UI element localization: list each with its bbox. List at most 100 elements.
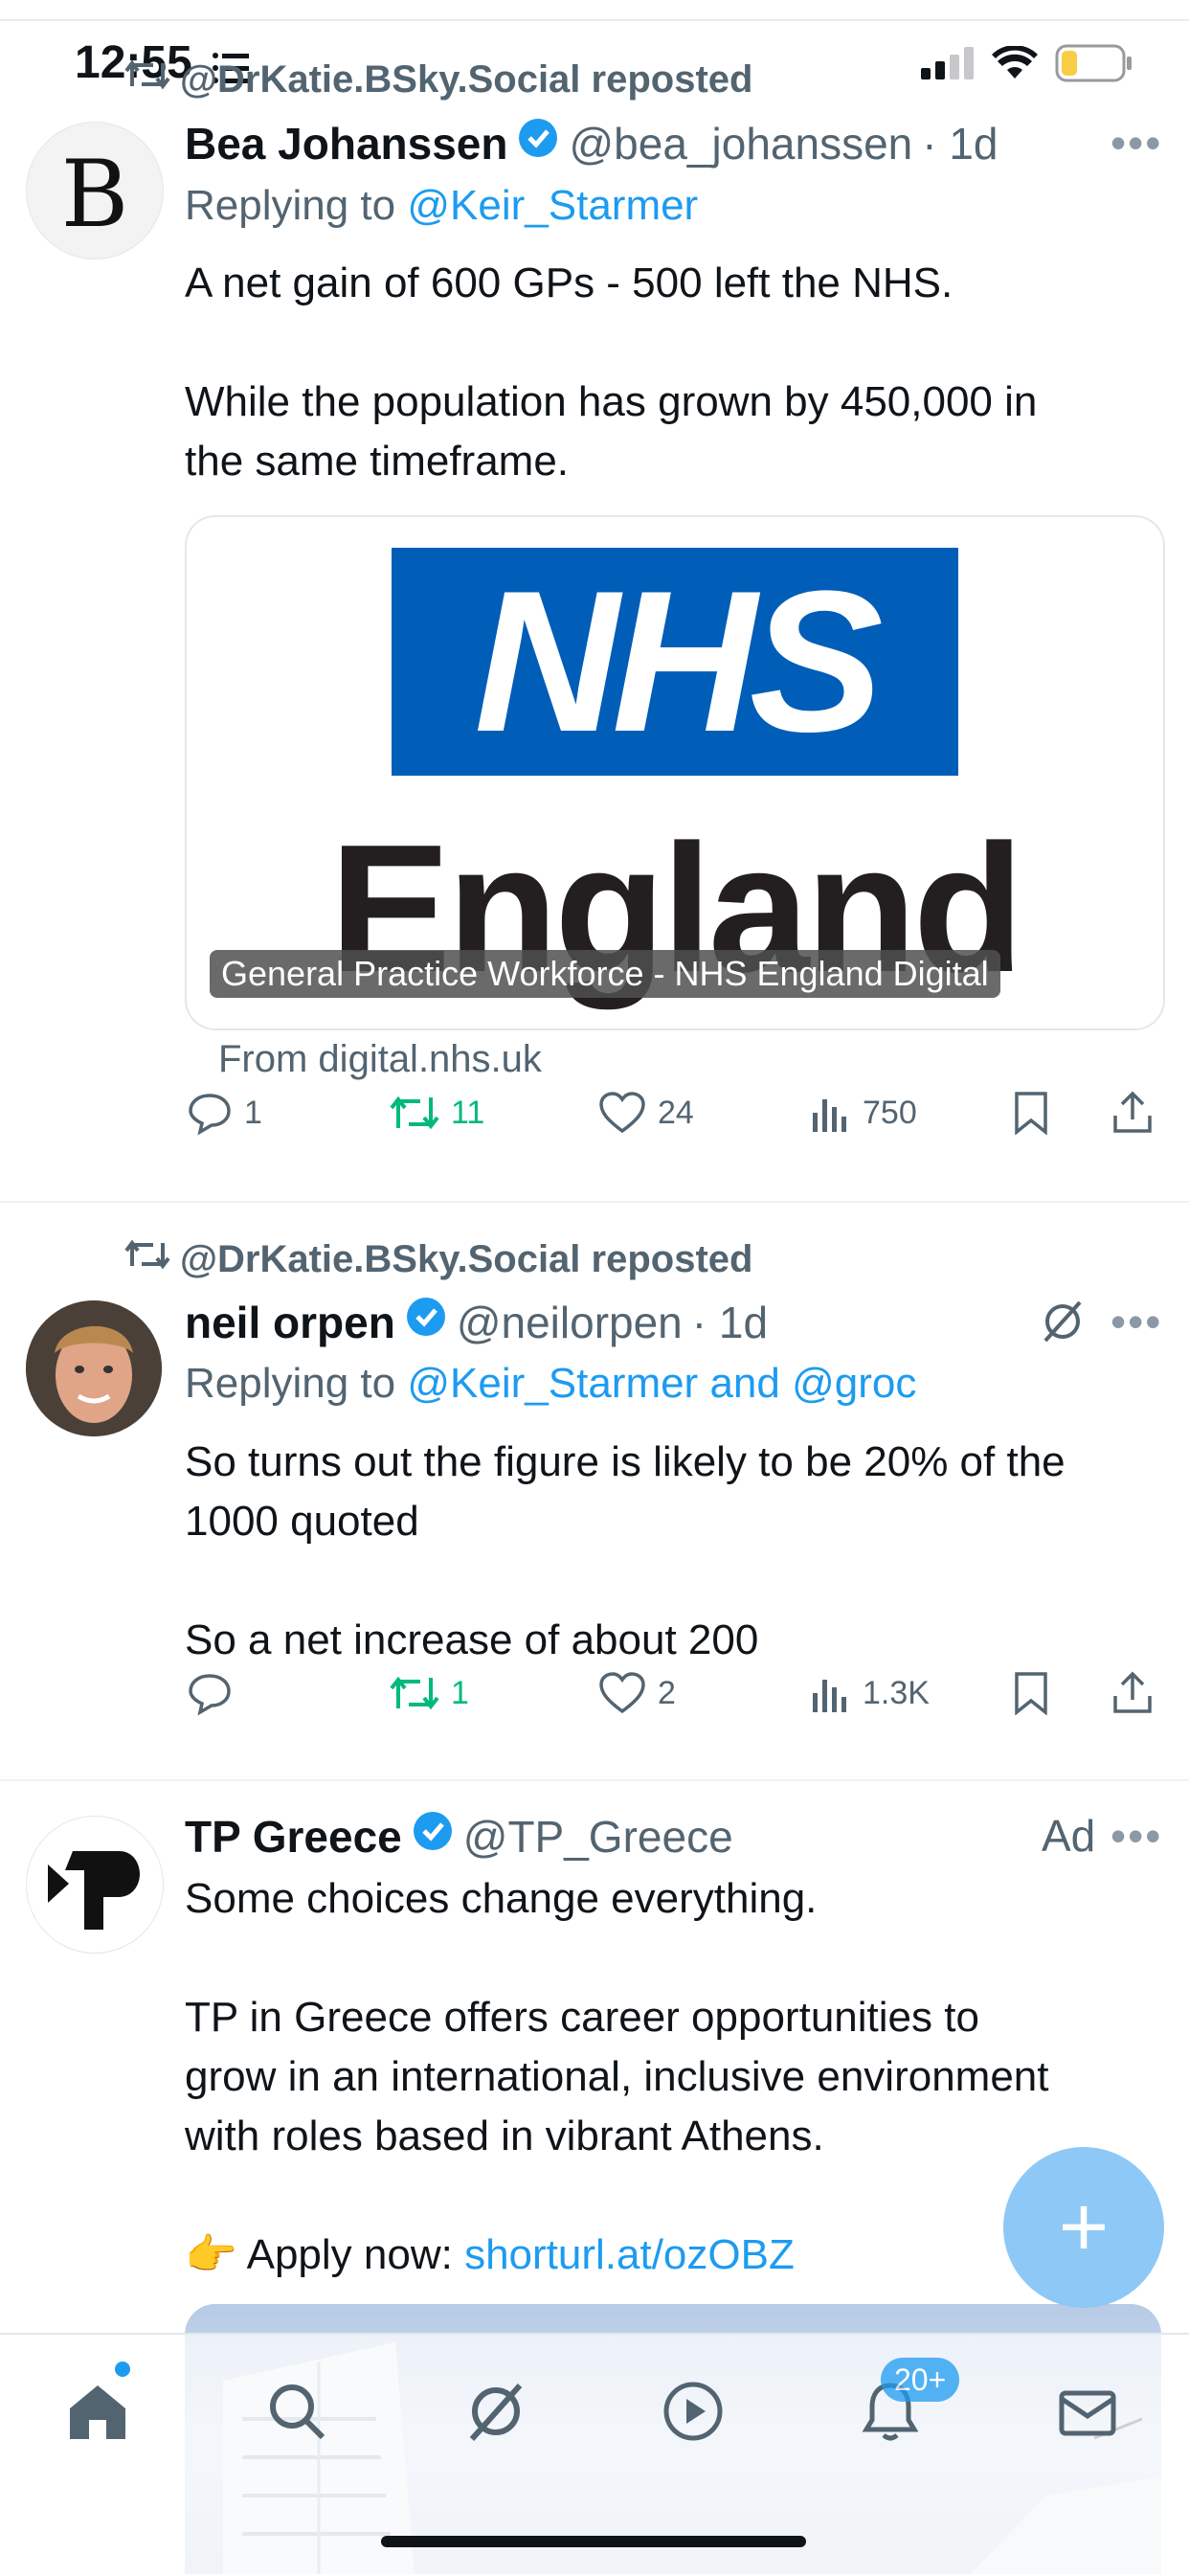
tweet-text-line: TP in Greece offers career opportunities… xyxy=(185,1994,979,2041)
tweet-divider xyxy=(0,1201,1189,1203)
avatar[interactable]: B xyxy=(26,122,164,260)
replying-link[interactable]: @Keir_Starmer and @groc xyxy=(407,1360,916,1407)
timestamp: · 1d xyxy=(922,118,998,169)
search-icon xyxy=(270,2384,325,2440)
share-icon xyxy=(1113,1091,1152,1133)
views-count: 750 xyxy=(863,1094,917,1131)
tab-home[interactable] xyxy=(59,2373,136,2450)
svg-text:B: B xyxy=(61,141,129,248)
more-icon[interactable]: ••• xyxy=(1110,117,1162,169)
reply-count: 1 xyxy=(244,1094,262,1131)
handle[interactable]: @TP_Greece xyxy=(463,1811,733,1863)
top-divider xyxy=(0,19,1189,21)
like-button[interactable]: 2 xyxy=(598,1671,676,1715)
replying-prefix: Replying to xyxy=(185,182,408,229)
timestamp: · 1d xyxy=(691,1297,769,1347)
repost-count: 1 xyxy=(451,1674,469,1711)
views-icon xyxy=(813,1099,846,1132)
tweet-header: TP Greece @TP_Greece xyxy=(185,1810,1046,1863)
verified-icon xyxy=(412,1810,454,1863)
repost-icon xyxy=(390,1096,439,1130)
notifications-badge: 20+ xyxy=(881,2358,960,2402)
replying-to: Replying to @Keir_Starmer xyxy=(185,182,698,230)
repost-icon xyxy=(390,1676,439,1710)
tweet-text-line: Some choices change everything. xyxy=(185,1875,818,1922)
compose-plus: + xyxy=(1058,2179,1110,2275)
tab-video[interactable] xyxy=(655,2373,731,2450)
card-source[interactable]: From digital.nhs.uk xyxy=(218,1038,542,1081)
tweet-text-line: with roles based in vibrant Athens. xyxy=(185,2113,824,2159)
tweet-text-line: So a net increase of about 200 xyxy=(185,1616,759,1663)
repost-label: @DrKatie.BSky.Social reposted xyxy=(180,1237,753,1280)
reply-icon xyxy=(189,1094,231,1136)
repost-button[interactable]: 11 xyxy=(390,1092,484,1134)
reply-button[interactable] xyxy=(187,1670,244,1716)
tweet-text-line: A net gain of 600 GPs - 500 left the NHS… xyxy=(185,260,953,306)
apply-link[interactable]: shorturl.at/ozOBZ xyxy=(464,2231,795,2278)
replying-link[interactable]: @Keir_Starmer xyxy=(407,182,698,229)
bookmark-button[interactable] xyxy=(1012,1671,1050,1715)
reply-button[interactable]: 1 xyxy=(187,1090,262,1136)
display-name[interactable]: TP Greece xyxy=(185,1811,402,1863)
bookmark-button[interactable] xyxy=(1012,1091,1050,1135)
home-indicator xyxy=(381,2536,806,2547)
mail-icon xyxy=(1059,2390,1116,2436)
avatar[interactable] xyxy=(26,1300,162,1436)
views-button[interactable]: 750 xyxy=(809,1092,917,1134)
handle[interactable]: @bea_johanssen xyxy=(569,118,912,169)
tweet-text-line: 1000 quoted xyxy=(185,1498,419,1545)
display-name[interactable]: Bea Johanssen xyxy=(185,118,507,169)
views-icon xyxy=(813,1680,846,1712)
heart-icon xyxy=(599,1092,645,1134)
tweet-text: A net gain of 600 GPs - 500 left the NHS… xyxy=(185,254,1161,491)
handle[interactable]: @neilorpen xyxy=(457,1297,683,1348)
like-button[interactable]: 24 xyxy=(598,1091,694,1135)
card-caption: General Practice Workforce - NHS England… xyxy=(210,950,1000,998)
tab-grok[interactable] xyxy=(458,2373,534,2450)
more-icon[interactable]: ••• xyxy=(1110,1810,1162,1862)
share-button[interactable] xyxy=(1110,1671,1155,1715)
tweet-text-line: grow in an international, inclusive envi… xyxy=(185,2053,1049,2100)
views-count: 1.3K xyxy=(863,1674,930,1711)
replying-prefix: Replying to xyxy=(185,1360,408,1407)
grok-icon[interactable] xyxy=(1040,1299,1086,1349)
display-name[interactable]: neil orpen xyxy=(185,1297,395,1348)
bookmark-icon xyxy=(1015,1672,1047,1715)
reply-icon xyxy=(189,1674,231,1716)
repost-icon xyxy=(124,1237,170,1281)
status-icons xyxy=(921,44,1133,87)
tweet-text-line: While the population has grown by 450,00… xyxy=(185,378,1038,425)
tab-messages[interactable] xyxy=(1049,2373,1126,2450)
repost-indicator: @DrKatie.BSky.Social reposted xyxy=(124,57,752,102)
more-icon[interactable]: ••• xyxy=(1110,1296,1162,1347)
wifi-icon xyxy=(992,45,1038,85)
tweet-text-line: the same timeframe. xyxy=(185,438,570,485)
verified-icon xyxy=(405,1296,447,1348)
tweet-header: neil orpen @neilorpen · 1d xyxy=(185,1296,1104,1348)
replying-to: Replying to @Keir_Starmer and @groc xyxy=(185,1360,916,1408)
share-button[interactable] xyxy=(1110,1091,1155,1135)
apply-prefix: Apply now: xyxy=(246,2231,465,2278)
tweet-text: So turns out the figure is likely to be … xyxy=(185,1433,1161,1670)
avatar[interactable] xyxy=(26,1816,164,1954)
link-card[interactable]: NHS England General Practice Workforce -… xyxy=(185,515,1165,1030)
tweet-text-line: So turns out the figure is likely to be … xyxy=(185,1438,1066,1485)
home-icon xyxy=(70,2385,125,2439)
compose-button[interactable]: + xyxy=(1003,2147,1164,2308)
tab-search[interactable] xyxy=(258,2373,335,2450)
ad-label: Ad xyxy=(1042,1811,1096,1861)
nhs-logo: NHS xyxy=(392,548,958,776)
repost-label: @DrKatie.BSky.Social reposted xyxy=(180,57,753,101)
pointing-hand-icon: 👉 xyxy=(185,2231,237,2278)
tweet-header: Bea Johanssen @bea_johanssen · 1d xyxy=(185,117,1161,169)
tweet-divider xyxy=(0,1779,1189,1781)
signal-icon xyxy=(921,47,975,84)
repost-indicator: @DrKatie.BSky.Social reposted xyxy=(124,1237,752,1281)
views-button[interactable]: 1.3K xyxy=(809,1672,930,1714)
heart-icon xyxy=(599,1672,645,1714)
bookmark-icon xyxy=(1015,1092,1047,1135)
verified-icon xyxy=(517,117,559,169)
repost-button[interactable]: 1 xyxy=(390,1672,469,1714)
share-icon xyxy=(1113,1671,1152,1713)
play-icon xyxy=(663,2382,723,2441)
